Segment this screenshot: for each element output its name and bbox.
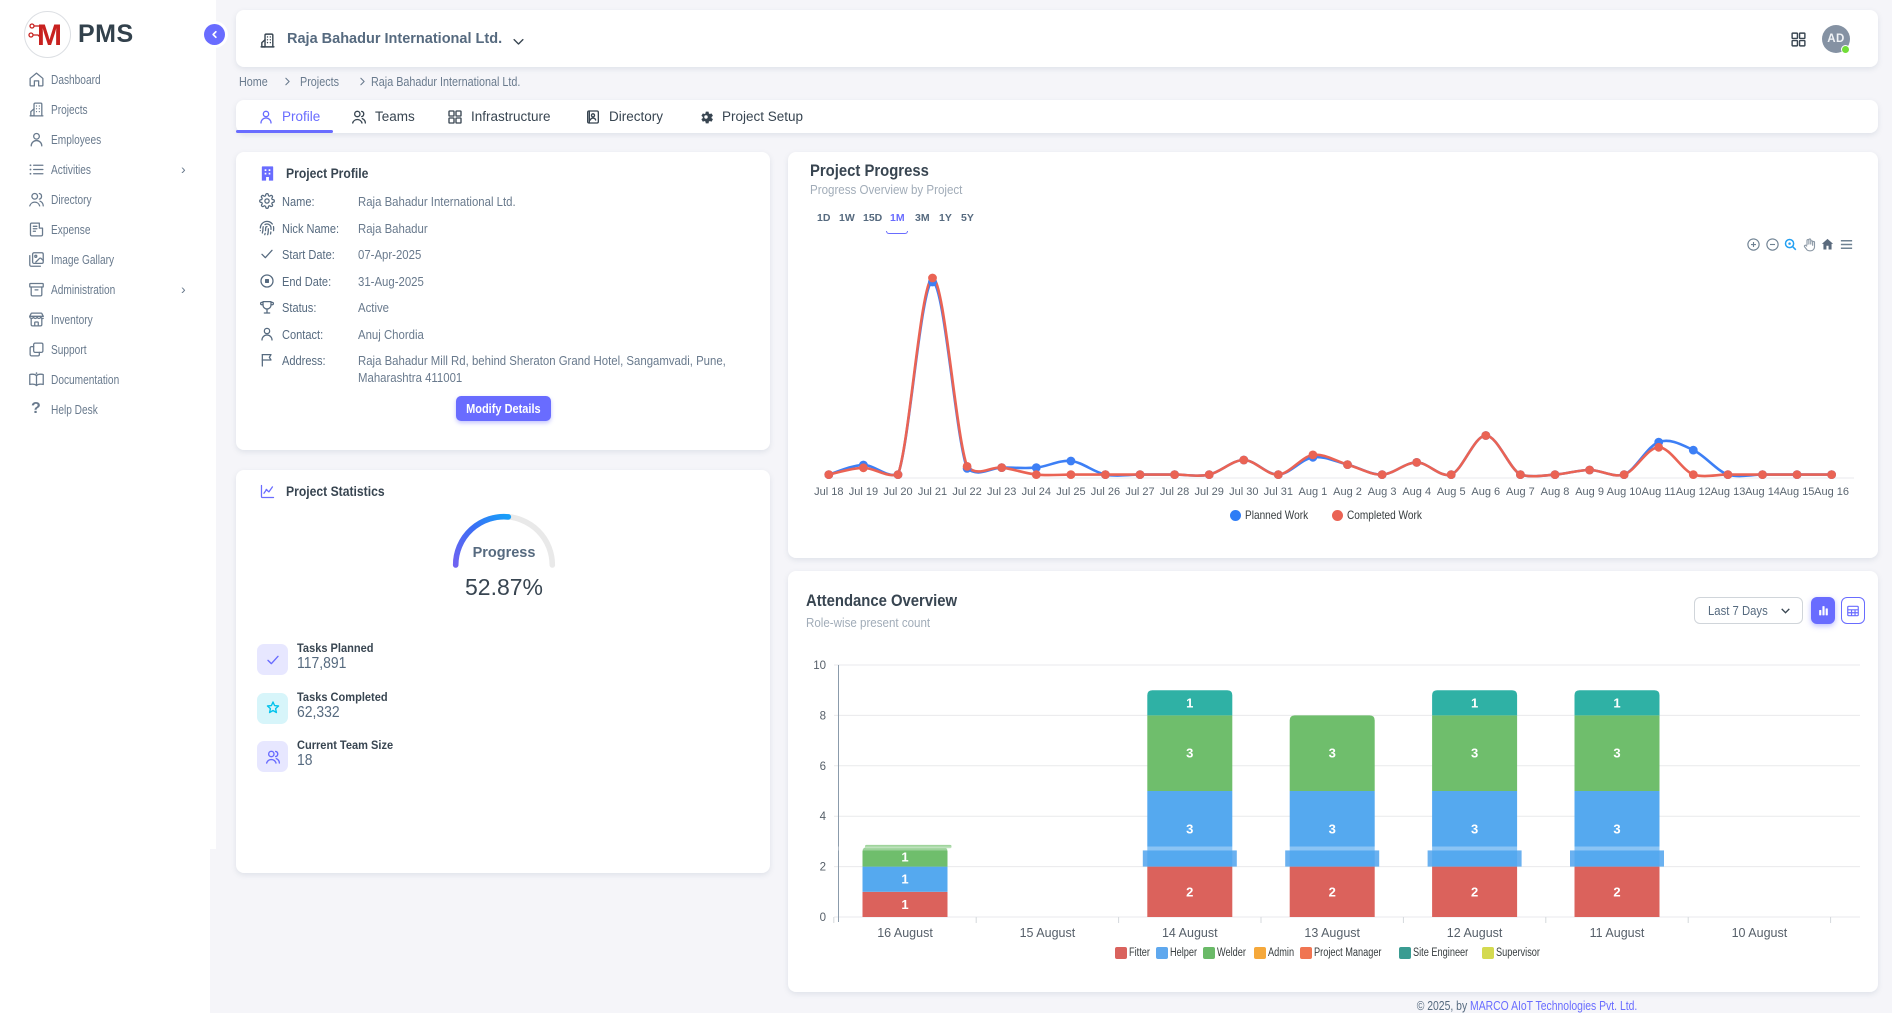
svg-text:8: 8 xyxy=(820,710,826,722)
svg-text:Aug 7: Aug 7 xyxy=(1506,486,1535,498)
svg-text:3: 3 xyxy=(1471,746,1478,761)
svg-text:M: M xyxy=(37,19,61,52)
svg-text:Progress: Progress xyxy=(473,545,536,561)
svg-text:3: 3 xyxy=(1186,821,1193,836)
svg-text:3: 3 xyxy=(1613,821,1620,836)
svg-text:Aug 6: Aug 6 xyxy=(1471,486,1500,498)
svg-text:1: 1 xyxy=(1613,695,1620,710)
svg-text:1: 1 xyxy=(1471,695,1478,710)
svg-text:Jul 19: Jul 19 xyxy=(849,486,878,498)
svg-text:Jul 23: Jul 23 xyxy=(987,486,1016,498)
svg-text:Aug 8: Aug 8 xyxy=(1541,486,1570,498)
svg-text:Aug 15: Aug 15 xyxy=(1780,486,1815,498)
svg-text:Aug 2: Aug 2 xyxy=(1333,486,1362,498)
svg-text:2: 2 xyxy=(1329,884,1336,899)
svg-text:1: 1 xyxy=(901,849,908,864)
svg-text:4: 4 xyxy=(820,811,827,823)
svg-text:11 August: 11 August xyxy=(1590,926,1645,940)
svg-text:Jul 21: Jul 21 xyxy=(918,486,947,498)
svg-text:10 August: 10 August xyxy=(1732,926,1788,940)
svg-text:Aug 13: Aug 13 xyxy=(1710,486,1745,498)
svg-text:3: 3 xyxy=(1613,746,1620,761)
svg-text:Aug 3: Aug 3 xyxy=(1368,486,1397,498)
svg-text:16 August: 16 August xyxy=(877,926,933,940)
svg-text:3: 3 xyxy=(1186,746,1193,761)
svg-text:12 August: 12 August xyxy=(1447,926,1503,940)
svg-text:Aug 1: Aug 1 xyxy=(1299,486,1328,498)
svg-text:3: 3 xyxy=(1471,821,1478,836)
svg-text:3: 3 xyxy=(1329,821,1336,836)
svg-text:Jul 27: Jul 27 xyxy=(1125,486,1154,498)
svg-text:2: 2 xyxy=(1471,884,1478,899)
svg-text:Jul 30: Jul 30 xyxy=(1229,486,1258,498)
svg-text:2: 2 xyxy=(1613,884,1620,899)
svg-text:14 August: 14 August xyxy=(1162,926,1218,940)
svg-text:6: 6 xyxy=(820,761,826,773)
svg-text:Aug 10: Aug 10 xyxy=(1607,486,1642,498)
svg-text:Aug 4: Aug 4 xyxy=(1402,486,1431,498)
svg-text:1: 1 xyxy=(901,897,908,912)
svg-text:13 August: 13 August xyxy=(1304,926,1360,940)
svg-text:Jul 31: Jul 31 xyxy=(1264,486,1293,498)
svg-text:Jul 29: Jul 29 xyxy=(1195,486,1224,498)
svg-text:Jul 20: Jul 20 xyxy=(883,486,912,498)
svg-text:Jul 24: Jul 24 xyxy=(1022,486,1051,498)
svg-text:52.87%: 52.87% xyxy=(465,574,543,600)
svg-text:Jul 28: Jul 28 xyxy=(1160,486,1189,498)
svg-text:2: 2 xyxy=(1186,884,1193,899)
svg-text:Aug 14: Aug 14 xyxy=(1745,486,1780,498)
svg-text:Jul 22: Jul 22 xyxy=(952,486,981,498)
svg-text:1: 1 xyxy=(901,872,908,887)
svg-text:0: 0 xyxy=(820,912,826,924)
svg-text:Aug 11: Aug 11 xyxy=(1642,486,1676,498)
svg-text:Jul 25: Jul 25 xyxy=(1056,486,1085,498)
svg-text:Aug 9: Aug 9 xyxy=(1575,486,1604,498)
svg-text:1: 1 xyxy=(1186,695,1193,710)
svg-text:10: 10 xyxy=(813,660,826,672)
svg-text:15 August: 15 August xyxy=(1020,926,1076,940)
svg-text:Jul 18: Jul 18 xyxy=(814,486,843,498)
svg-text:Jul 26: Jul 26 xyxy=(1091,486,1120,498)
svg-text:3: 3 xyxy=(1329,746,1336,761)
svg-text:Aug 5: Aug 5 xyxy=(1437,486,1466,498)
svg-text:Aug 12: Aug 12 xyxy=(1676,486,1711,498)
svg-text:2: 2 xyxy=(820,862,826,874)
svg-text:Aug 16: Aug 16 xyxy=(1814,486,1849,498)
